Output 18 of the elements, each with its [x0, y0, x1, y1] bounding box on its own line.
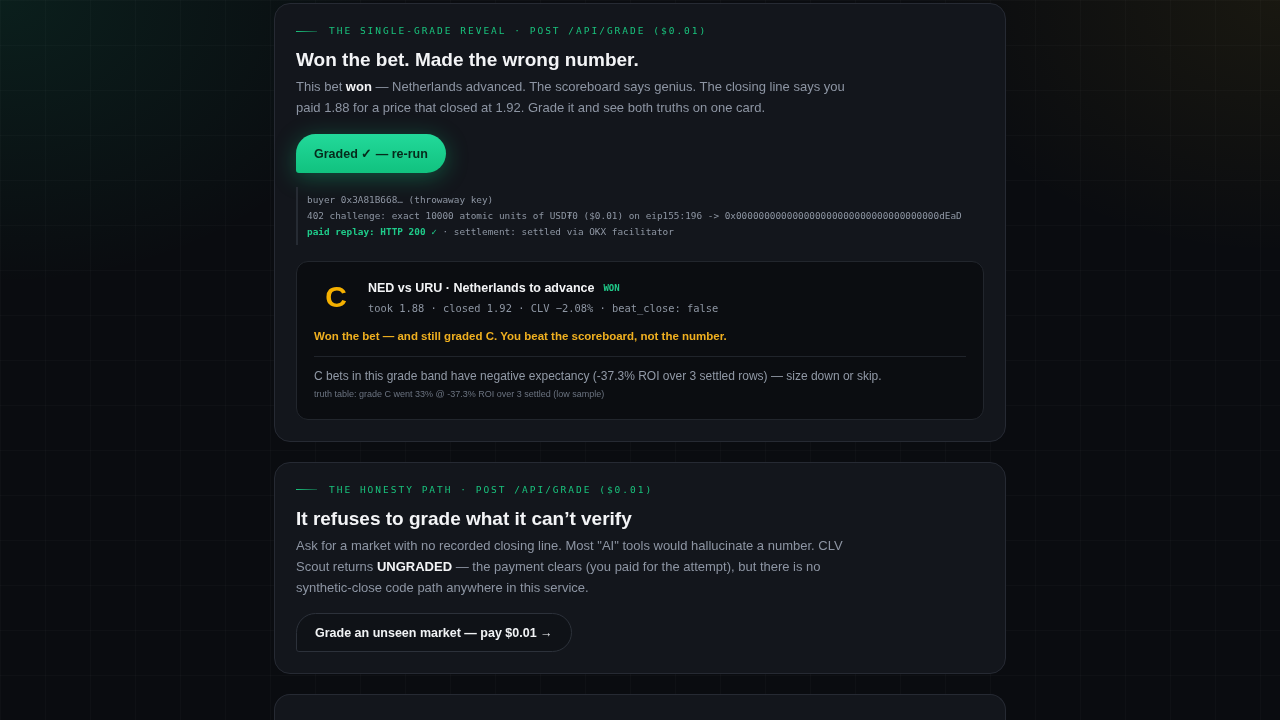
matchup-title: NED vs URU · Netherlands to advance	[368, 279, 595, 297]
action-button[interactable]: Grade an unseen market — pay $0.01 →	[296, 613, 572, 653]
section-description: Ask for a market with no recorded closing line. Most "AI" tools would hallucinate a number. CLV Scout returns UNGRADED — the payment clears (you paid for the attempt), but there is no synthetic-close code path anywhere in this service.	[296, 536, 844, 598]
section-title: It refuses to grade what it can’t verify	[296, 506, 632, 531]
log-line: buyer 0x3A81B668… (throwaway key)	[307, 192, 494, 207]
verdict-text: Won the bet — and still graded C. You beat the scoreboard, not the number.	[314, 328, 728, 344]
section-eyebrow: THE HONESTY PATH · POST /API/GRADE ($0.01)	[296, 482, 654, 497]
log-line: paid replay: HTTP 200 ✓ · settlement: settled via OKX facilitator	[307, 224, 674, 239]
bet-metrics: took 1.88 · closed 1.92 · CLV −2.08% · beat_close: false	[368, 300, 719, 316]
log-line: 402 challenge: exact 10000 atomic units of USD₮0 ($0.01) on eip155:196 -> 0x000000000000000000000000000000000000dEaD	[307, 208, 962, 223]
section-eyebrow: THE SINGLE-GRADE REVEAL · POST /API/GRADE ($0.01)	[296, 24, 708, 38]
grade-letter: C	[324, 279, 348, 316]
advice-text: C bets in this grade band have negative expectancy (-37.3% ROI over 3 settled rows) — size down or skip.	[314, 367, 883, 385]
truth-table-note: truth table: grade C went 33% @ -37.3% ROI over 3 settled (low sample)	[314, 387, 606, 401]
section-description: This bet won — Netherlands advanced. The scoreboard says genius. The closing line says you paid 1.88 for a price that closed at 1.92. Grade it and see both truths on one card.	[296, 78, 846, 118]
section-title: Won the bet. Made the wrong number.	[296, 48, 639, 72]
action-button[interactable]: Graded ✓ — re-run	[296, 133, 446, 173]
outcome-label: WON	[603, 281, 620, 294]
